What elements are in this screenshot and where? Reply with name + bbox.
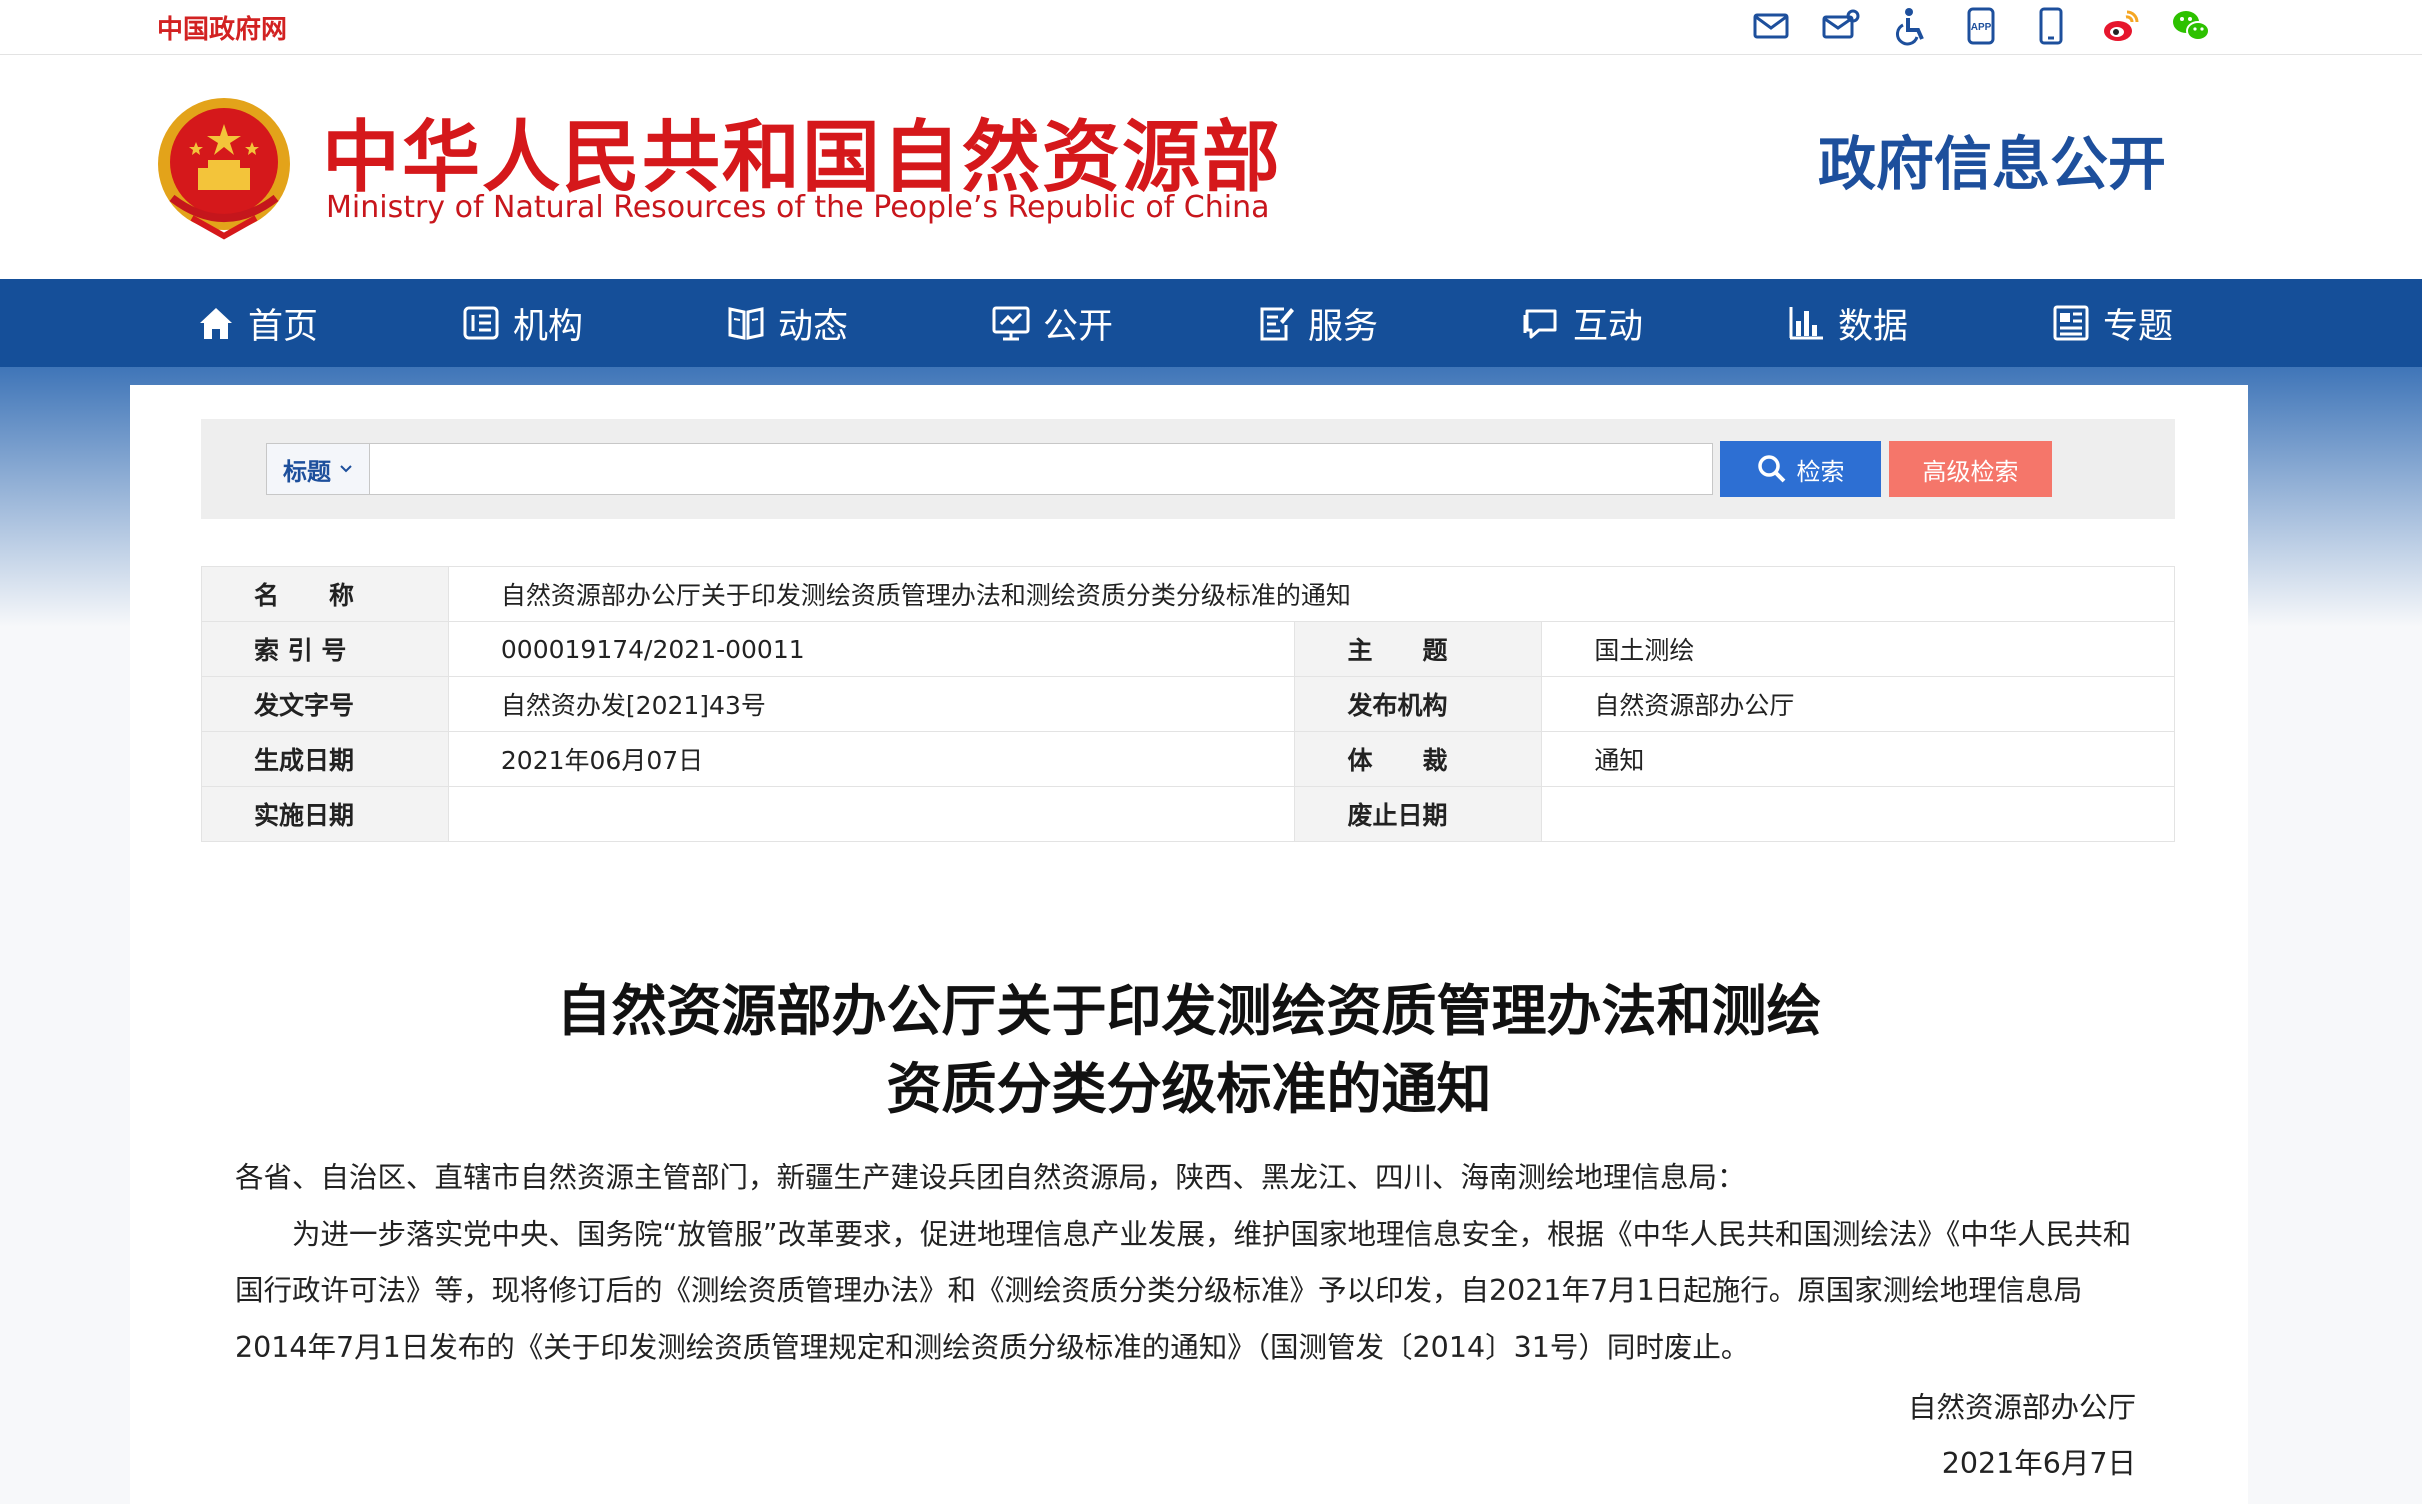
section-title: 政府信息公开 [1818,130,2167,198]
meta-label-org: 发布机构 [1294,676,1543,732]
meta-value-name: 自然资源部办公厅关于印发测绘资质管理办法和测绘资质分类分级标准的通知 [447,566,2176,622]
nav-item-open[interactable]: 公开 [991,279,1113,367]
table-row: 索 引 号 000019174/2021-00011 主 题 国土测绘 [201,621,2175,677]
nav-label: 服务 [1308,306,1379,347]
meta-label-created: 生成日期 [201,731,449,787]
nav-item-interact[interactable]: 互动 [1521,279,1643,367]
meta-value-docno: 自然资办发[2021]43号 [447,676,1296,732]
document-title-line: 自然资源部办公厅关于印发测绘资质管理办法和测绘 [556,979,1822,1043]
meta-label-effective: 实施日期 [201,786,449,842]
nav-item-service[interactable]: 服务 [1256,279,1378,367]
advanced-search-button[interactable]: 高级检索 [1889,441,2052,497]
search-bar: 标题 检索 高级检索 [201,419,2175,519]
document-title: 自然资源部办公厅关于印发测绘资质管理办法和测绘 资质分类分级标准的通知 [130,972,2248,1128]
mobile-icon[interactable] [2028,4,2074,48]
meta-value-topic: 国土测绘 [1541,621,2175,677]
org-icon [463,306,499,340]
nav-item-home[interactable]: 首页 [196,279,318,367]
nav-item-org[interactable]: 机构 [461,279,583,367]
table-row: 发文字号 自然资办发[2021]43号 发布机构 自然资源部办公厅 [201,676,2175,732]
topic-icon [2053,305,2089,341]
nav-label: 专题 [2103,306,2174,347]
mail-settings-icon[interactable] [1818,4,1864,48]
table-row: 名 称 自然资源部办公厅关于印发测绘资质管理办法和测绘资质分类分级标准的通知 [201,566,2176,622]
meta-value-effective [447,786,1296,842]
nav-item-news[interactable]: 动态 [726,279,848,367]
meta-label-name: 名 称 [201,566,449,622]
search-icon [1757,455,1785,483]
meta-value-index: 000019174/2021-00011 [447,621,1296,677]
content-panel: 标题 检索 高级检索 名 称 自然资源部办公厅关于印发测绘资质管理办法和测绘资质… [130,385,2248,1504]
national-emblem-icon [158,98,290,240]
app-icon[interactable]: APP [1958,4,2004,48]
meta-value-org: 自然资源部办公厅 [1541,676,2175,732]
site-header: 中华人民共和国自然资源部 Ministry of Natural Resourc… [0,55,2422,279]
nav-label: 机构 [513,306,584,347]
nav-label: 首页 [248,306,319,347]
meta-value-abolish [1541,786,2175,842]
svg-text:APP: APP [1971,22,1992,33]
meta-label-docno: 发文字号 [201,676,449,732]
gov-portal-link[interactable]: 中国政府网 [157,9,287,46]
signature-org: 自然资源部办公厅 [1907,1391,2136,1424]
table-row: 实施日期 废止日期 [201,786,2175,842]
document-body: 各省、自治区、直辖市自然资源主管部门，新疆生产建设兵团自然资源局，陕西、黑龙江、… [235,1150,2143,1376]
nav-label: 互动 [1573,306,1644,347]
top-bar: 中国政府网 APP [0,0,2422,55]
search-scope-label: 标题 [283,457,331,486]
bar-chart-icon [1789,307,1823,340]
meta-value-created: 2021年06月07日 [447,731,1296,787]
metadata-table: 名 称 自然资源部办公厅关于印发测绘资质管理办法和测绘资质分类分级标准的通知 索… [201,566,2176,842]
wechat-icon[interactable] [2168,4,2214,48]
monitor-icon [992,306,1030,341]
addressee-paragraph: 各省、自治区、直辖市自然资源主管部门，新疆生产建设兵团自然资源局，陕西、黑龙江、… [235,1161,1746,1194]
nav-label: 数据 [1838,306,1909,347]
mail-icon[interactable] [1748,4,1794,48]
edit-doc-icon [1260,307,1294,341]
nav-label: 动态 [778,306,849,347]
meta-label-index: 索 引 号 [201,621,449,677]
search-field: 标题 [266,443,1713,495]
meta-label-abolish: 废止日期 [1294,786,1543,842]
meta-label-genre: 体 裁 [1294,731,1543,787]
meta-label-topic: 主 题 [1294,621,1543,677]
book-icon [728,307,764,340]
body-paragraph: 为进一步落实党中央、国务院“放管服”改革要求，促进地理信息产业发展，维护国家地理… [235,1217,2132,1364]
search-input[interactable] [371,444,1707,494]
table-row: 生成日期 2021年06月07日 体 裁 通知 [201,731,2175,787]
signature-date: 2021年6月7日 [1941,1447,2136,1480]
document-title-line: 资质分类分级标准的通知 [886,1057,1492,1121]
chevron-down-icon [340,465,352,473]
chat-icon [1523,309,1557,339]
nav-item-topic[interactable]: 专题 [2051,279,2173,367]
weibo-icon[interactable] [2098,4,2144,48]
accessibility-icon[interactable] [1888,4,1934,48]
nav-label: 公开 [1043,306,1114,347]
search-button-label: 检索 [1796,457,1845,486]
site-subtitle: Ministry of Natural Resources of the Peo… [326,190,1270,225]
home-icon [200,308,232,339]
search-button[interactable]: 检索 [1720,441,1881,497]
meta-value-genre: 通知 [1541,731,2175,787]
top-icon-group: APP [1748,4,2214,48]
search-scope-select[interactable]: 标题 [267,444,370,494]
nav-item-data[interactable]: 数据 [1786,279,1908,367]
main-nav: 首页 机构 动态 公开 服务 互动 数据 专题 [0,279,2422,367]
